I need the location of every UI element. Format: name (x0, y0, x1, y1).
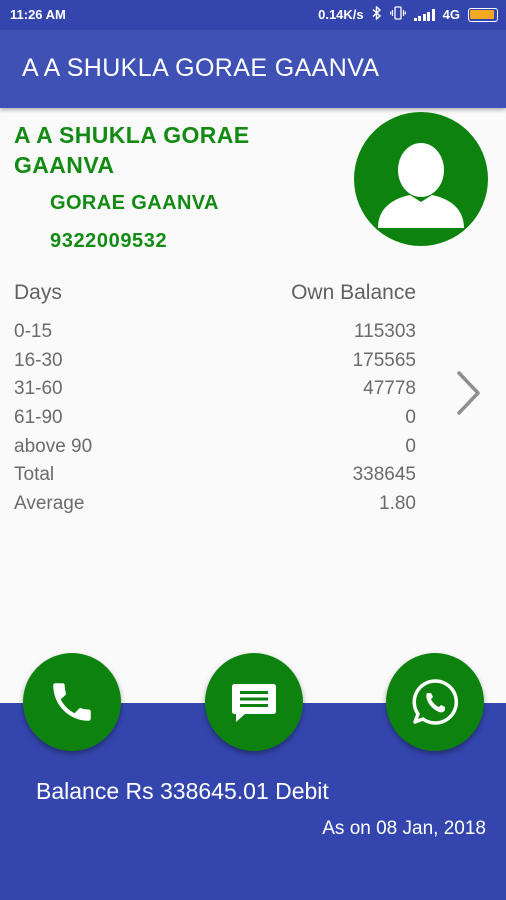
bluetooth-icon (372, 5, 382, 23)
row-value: 0 (405, 407, 416, 429)
row-label: Average (14, 493, 85, 515)
vibrate-icon (389, 6, 406, 23)
aging-table: 0-15 115303 16-30 175565 31-60 47778 61-90 0… (14, 321, 416, 522)
row-value: 115303 (354, 321, 416, 342)
table-row: 61-90 0 (14, 407, 416, 436)
message-icon (232, 684, 276, 722)
table-row: 16-30 175565 (14, 350, 416, 379)
row-label: above 90 (14, 435, 93, 457)
days-header: Days (14, 281, 62, 304)
row-value: 338645 (352, 464, 416, 486)
phone-icon (53, 683, 91, 721)
customer-phone[interactable]: 9322009532 (50, 230, 167, 253)
whatsapp-button[interactable] (386, 653, 484, 751)
row-value: 1.80 (379, 493, 416, 515)
row-label: 16-30 (14, 349, 63, 371)
row-value: 0 (405, 435, 416, 457)
table-row: Total 338645 (14, 464, 416, 493)
chevron-right-icon[interactable] (452, 368, 486, 418)
whatsapp-icon (412, 679, 459, 725)
as-on-date: As on 08 Jan, 2018 (322, 818, 486, 839)
status-time: 11:26 AM (10, 7, 66, 22)
row-label: Total (14, 464, 55, 486)
avatar (354, 112, 488, 246)
row-label: 31-60 (14, 378, 63, 400)
customer-name: A A SHUKLA GORAE GAANVA (14, 122, 250, 178)
signal-icon (413, 8, 435, 21)
customer-city: GORAE GAANVA (50, 192, 219, 214)
call-button[interactable] (23, 653, 121, 751)
row-label: 0-15 (14, 321, 53, 342)
table-row: Average 1.80 (14, 493, 416, 522)
table-row: 31-60 47778 (14, 378, 416, 407)
app-bar: A A SHUKLA GORAE GAANVA (0, 30, 506, 108)
table-row: 0-15 115303 (14, 321, 416, 350)
table-row: above 90 0 (14, 436, 416, 465)
balance-text: Balance Rs 338645.01 Debit (36, 778, 329, 804)
network-speed: 0.14K/s (318, 7, 364, 22)
row-value: 175565 (352, 349, 416, 371)
row-value: 47778 (363, 378, 416, 400)
sms-button[interactable] (205, 653, 303, 751)
own-balance-header: Own Balance (291, 281, 416, 304)
status-bar: 11:26 AM 0.14K/s 4G (0, 0, 506, 30)
network-type: 4G (442, 7, 460, 22)
battery-icon (468, 7, 498, 22)
row-label: 61-90 (14, 407, 63, 429)
page-title: A A SHUKLA GORAE GAANVA (22, 54, 380, 82)
person-icon (378, 143, 464, 228)
